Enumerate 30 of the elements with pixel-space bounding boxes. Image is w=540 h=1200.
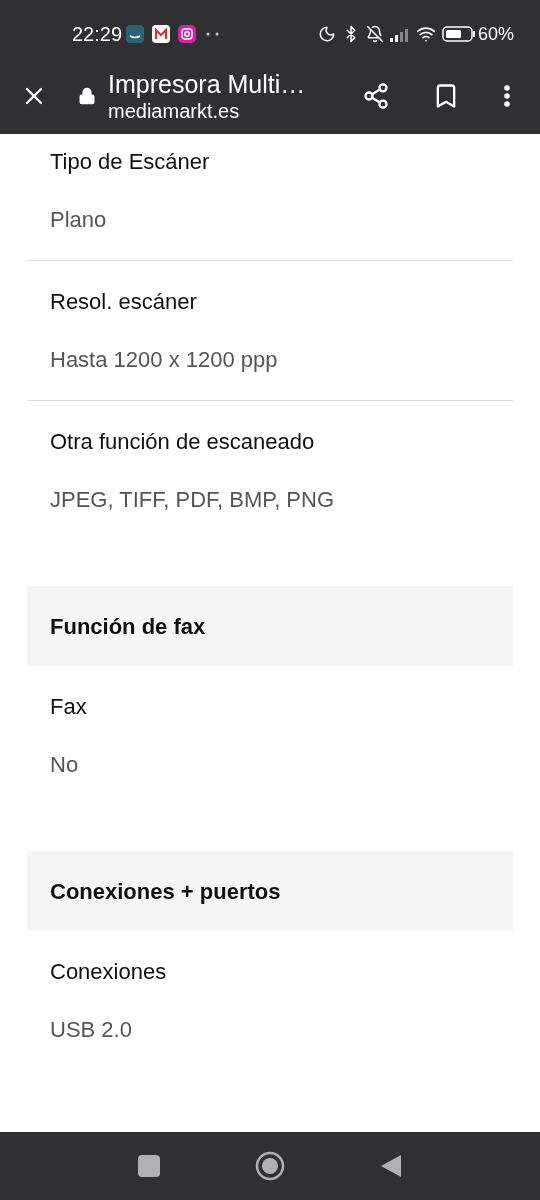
- spec-label: Fax: [50, 693, 88, 721]
- moon-icon: [317, 25, 336, 43]
- lock-icon: [78, 87, 96, 105]
- recents-button[interactable]: [138, 1155, 160, 1177]
- spec-value: No: [50, 751, 80, 779]
- battery-icon: [441, 26, 476, 42]
- page-url: mediamarkt.es: [108, 99, 241, 123]
- spec-label: Otra función de escaneado: [50, 428, 316, 456]
- mail-icon: [152, 25, 171, 43]
- app-notification-icon: [126, 25, 145, 43]
- share-icon: [362, 82, 390, 110]
- spec-label: Conexiones: [50, 958, 168, 986]
- spec-value: Hasta 1200 x 1200 ppp: [50, 346, 279, 374]
- camera-icon: [178, 25, 197, 43]
- more-notifications-icon: [206, 32, 221, 36]
- clock: 22:29: [72, 22, 123, 47]
- spec-label: Tipo de Escáner: [50, 148, 211, 176]
- spec-label: Resol. escáner: [50, 288, 198, 316]
- page-title: Impresora Multi…: [108, 69, 307, 99]
- back-button[interactable]: [380, 1154, 402, 1178]
- spec-value: JPEG, TIFF, PDF, BMP, PNG: [50, 486, 336, 514]
- wifi-icon: [415, 24, 436, 44]
- spec-value: Plano: [50, 206, 108, 234]
- more-icon: [504, 85, 510, 107]
- section-title: Conexiones + puertos: [50, 877, 281, 906]
- battery-percentage: 60%: [477, 22, 514, 46]
- bell-off-icon: [365, 25, 384, 43]
- spec-value: USB 2.0: [50, 1016, 133, 1044]
- home-button[interactable]: [255, 1151, 285, 1181]
- section-title: Función de fax: [50, 612, 206, 641]
